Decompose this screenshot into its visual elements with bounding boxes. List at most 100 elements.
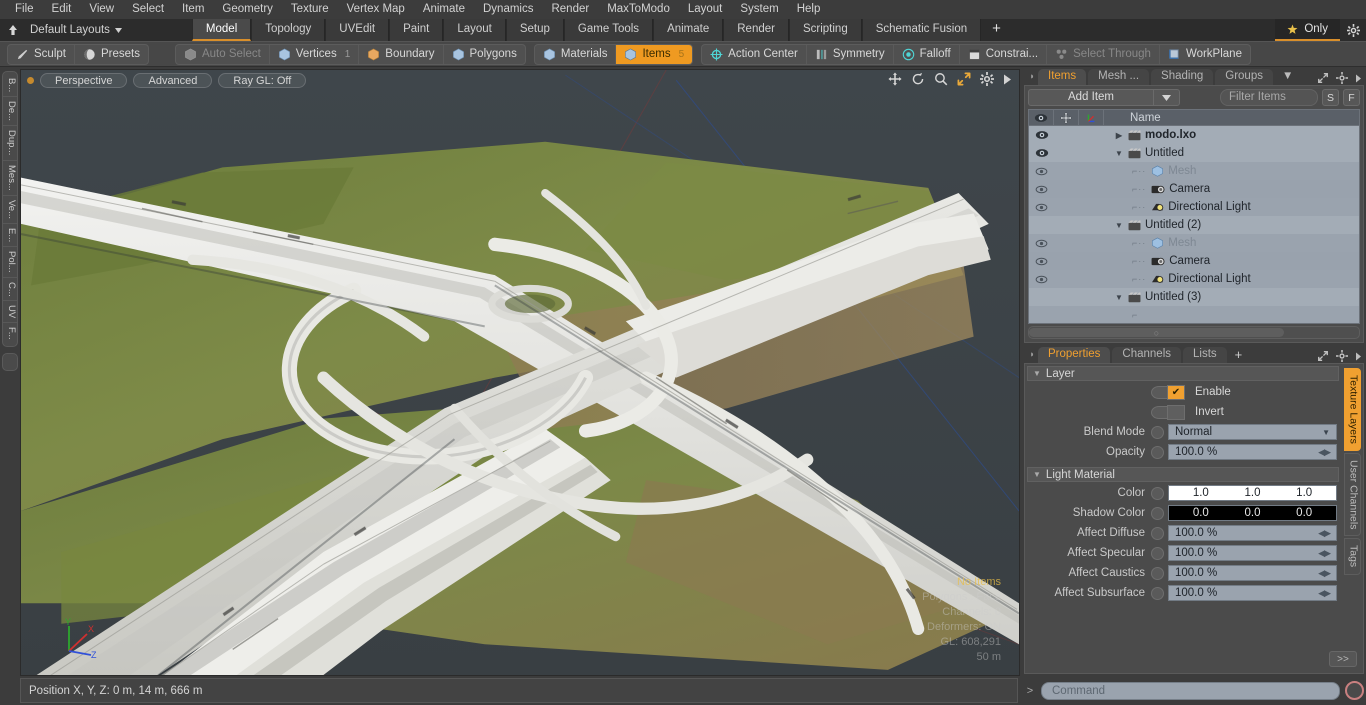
item-row-name-wrap[interactable]: ⌐·· Mesh — [1104, 165, 1359, 177]
play-icon[interactable] — [1003, 74, 1012, 85]
side-tab-tags[interactable]: Tags — [1343, 538, 1361, 575]
tab-channels[interactable]: Channels — [1112, 347, 1182, 363]
affect-subsurface-input[interactable]: 100.0 % ◀▶ — [1168, 585, 1337, 601]
row-eye-icon[interactable] — [1029, 162, 1054, 180]
filter-items-input[interactable]: Filter Items — [1220, 89, 1318, 106]
left-tab-mesh[interactable]: Mes... — [3, 161, 17, 196]
menu-item-select[interactable]: Select — [123, 0, 173, 19]
section-header-light-material[interactable]: ▼ Light Material — [1027, 467, 1339, 482]
record-icon[interactable] — [1345, 681, 1364, 700]
add-item-button[interactable]: Add Item — [1028, 89, 1180, 106]
spinner-arrows-icon[interactable]: ◀▶ — [1318, 548, 1331, 559]
spinner-arrows-icon[interactable]: ◀▶ — [1318, 568, 1331, 579]
pane-overflow-icon[interactable] — [1355, 74, 1362, 83]
item-row-name-wrap[interactable]: ⌐·· Directional Light — [1104, 273, 1359, 285]
side-tab-texture-layers[interactable]: Texture Layers — [1343, 368, 1361, 451]
blend-mode-channel-dot[interactable] — [1151, 425, 1164, 439]
enable-channel-dot[interactable] — [1151, 385, 1167, 399]
viewport-raygl-button[interactable]: Ray GL: Off — [218, 72, 307, 88]
zoom-icon[interactable] — [934, 72, 948, 86]
left-tab-polygon[interactable]: Pol... — [3, 247, 17, 278]
affect-specular-input[interactable]: 100.0 % ◀▶ — [1168, 545, 1337, 561]
menu-item-edit[interactable]: Edit — [43, 0, 81, 19]
menu-item-maxtomodo[interactable]: MaxToModo — [598, 0, 679, 19]
layout-tab-animate[interactable]: Animate — [653, 19, 724, 41]
menu-item-texture[interactable]: Texture — [282, 0, 338, 19]
toolbar-auto-select-button[interactable]: Auto Select — [176, 44, 270, 64]
affect-diffuse-input[interactable]: 100.0 % ◀▶ — [1168, 525, 1337, 541]
tab-shading[interactable]: Shading — [1151, 69, 1214, 85]
affect-caustics-input[interactable]: 100.0 % ◀▶ — [1168, 565, 1337, 581]
expander-collapsed-icon[interactable]: ▶ — [1114, 131, 1124, 140]
properties-pane-menu-icon[interactable]: ◗ — [1026, 345, 1038, 363]
layout-tab-scripting[interactable]: Scripting — [788, 19, 862, 41]
opacity-input[interactable]: 100.0 % ◀▶ — [1168, 444, 1337, 460]
menu-item-layout[interactable]: Layout — [679, 0, 732, 19]
menu-item-animate[interactable]: Animate — [414, 0, 474, 19]
rotate-icon[interactable] — [911, 72, 925, 86]
viewport-shading-button[interactable]: Advanced — [133, 72, 213, 88]
left-tab-vertex[interactable]: Ve... — [3, 196, 17, 224]
expander-expanded-icon[interactable]: ▼ — [1114, 293, 1124, 302]
menu-item-file[interactable]: File — [6, 0, 43, 19]
enable-checkbox[interactable]: ✔ — [1167, 384, 1185, 400]
toolbar-sculpt-button[interactable]: Sculpt — [8, 44, 75, 64]
table-row[interactable]: ⌐·· Directional Light — [1029, 270, 1359, 288]
row-eye-icon[interactable] — [1029, 252, 1054, 270]
row-eye-icon[interactable] — [1029, 270, 1054, 288]
chevron-down-icon[interactable]: ▼ — [1322, 428, 1330, 437]
layout-tab-schematic-fusion[interactable]: Schematic Fusion — [861, 19, 982, 41]
affect-specular-channel-dot[interactable] — [1151, 546, 1164, 560]
row-eye-icon[interactable] — [1029, 126, 1054, 144]
left-tab-duplicate[interactable]: Dup... — [3, 126, 17, 161]
toolbar-constraint-button[interactable]: Constrai... — [960, 44, 1048, 64]
section-header-layer[interactable]: ▼ Layer — [1027, 366, 1339, 381]
expander-expanded-icon[interactable]: ▼ — [1114, 221, 1124, 230]
pane-overflow-icon[interactable] — [1355, 352, 1362, 361]
filter-f-button[interactable]: F — [1343, 89, 1360, 106]
column-axis-icon[interactable] — [1079, 110, 1104, 125]
add-item-dropdown-icon[interactable] — [1153, 90, 1179, 105]
layout-tab-uvedit[interactable]: UVEdit — [325, 19, 390, 41]
toolbar-materials-button[interactable]: Materials — [535, 44, 617, 64]
section-collapse-icon[interactable]: ▼ — [1033, 369, 1041, 378]
tab-items[interactable]: Items — [1038, 69, 1087, 85]
items-horizontal-scrollbar[interactable]: ○ — [1028, 326, 1360, 339]
row-eye-icon[interactable] — [1029, 198, 1054, 216]
table-row[interactable]: ⌐·· Camera — [1029, 180, 1359, 198]
shadow-color-swatch-input[interactable]: 0.0 0.0 0.0 — [1168, 505, 1337, 521]
left-tab-edge[interactable]: E... — [3, 224, 17, 247]
item-row-name-wrap[interactable]: ⌐·· Directional Light — [1104, 201, 1359, 213]
side-tab-user-channels[interactable]: User Channels — [1343, 452, 1361, 537]
spinner-arrows-icon[interactable]: ◀▶ — [1318, 447, 1331, 458]
left-tab-curve[interactable]: C... — [3, 278, 17, 302]
tab-groups[interactable]: Groups — [1215, 69, 1273, 85]
tab-properties[interactable]: Properties — [1038, 347, 1111, 363]
menu-item-help[interactable]: Help — [788, 0, 830, 19]
invert-checkbox[interactable] — [1167, 404, 1185, 420]
toolbar-workplane-button[interactable]: WorkPlane — [1160, 45, 1250, 64]
menu-item-system[interactable]: System — [731, 0, 787, 19]
toolbar-polygons-button[interactable]: Polygons — [444, 45, 525, 64]
toolbar-presets-button[interactable]: Presets — [75, 45, 148, 64]
toolbar-action-center-button[interactable]: Action Center — [702, 44, 807, 64]
spinner-arrows-icon[interactable]: ◀▶ — [1318, 528, 1331, 539]
table-row[interactable]: ▼ Untitled (3) — [1029, 288, 1359, 306]
layout-tab-paint[interactable]: Paint — [389, 19, 444, 41]
table-row[interactable]: ⌐·· Mesh — [1029, 162, 1359, 180]
gear-icon[interactable] — [1336, 350, 1348, 362]
left-strip-extra-box[interactable] — [2, 353, 18, 372]
table-row[interactable]: ▼ Untitled (2) — [1029, 216, 1359, 234]
opacity-channel-dot[interactable] — [1151, 445, 1164, 459]
gear-icon[interactable] — [980, 72, 994, 86]
home-icon[interactable] — [0, 19, 26, 41]
row-eye-icon[interactable] — [1029, 144, 1054, 162]
invert-checkbox-group[interactable] — [1151, 404, 1185, 420]
item-row-name-wrap[interactable]: ⌐·· Mesh — [1104, 237, 1359, 249]
color-swatch-input[interactable]: 1.0 1.0 1.0 — [1168, 485, 1337, 501]
viewport-menu-dot-icon[interactable] — [27, 76, 34, 84]
item-row-name-wrap[interactable]: ▼ Untitled (2) — [1104, 219, 1359, 231]
table-row[interactable]: ⌐·· Mesh — [1029, 234, 1359, 252]
table-row[interactable]: ▶ modo.lxo — [1029, 126, 1359, 144]
items-tab-overflow-icon[interactable]: ▼ — [1275, 69, 1300, 85]
